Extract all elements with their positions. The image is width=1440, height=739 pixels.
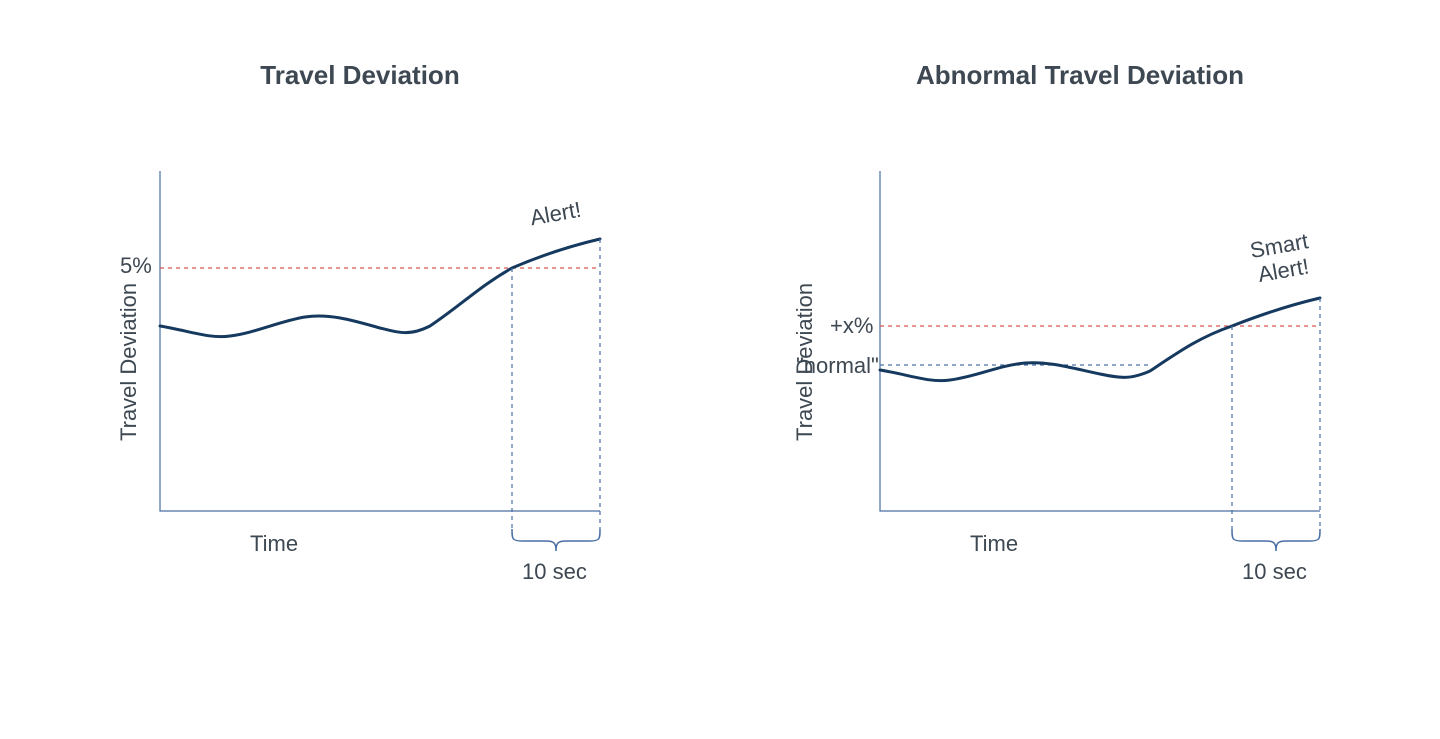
panel-travel-deviation: Travel Deviation Travel Deviation 5% Ale… <box>40 60 680 611</box>
charts-container: Travel Deviation Travel Deviation 5% Ale… <box>0 0 1440 739</box>
curve-right <box>880 298 1320 381</box>
baseline-label-right: "normal" <box>796 353 879 379</box>
duration-label-left: 10 sec <box>522 559 587 585</box>
ylabel-left: Travel Deviation <box>116 283 142 441</box>
alert-label-right: Smart Alert! <box>1248 228 1315 288</box>
threshold-label-right: +x% <box>830 313 873 339</box>
chart-title-left: Travel Deviation <box>260 60 459 91</box>
xlabel-left: Time <box>250 531 298 557</box>
threshold-label-left: 5% <box>120 253 152 279</box>
xlabel-right: Time <box>970 531 1018 557</box>
chart-title-right: Abnormal Travel Deviation <box>916 60 1244 91</box>
duration-label-right: 10 sec <box>1242 559 1307 585</box>
panel-abnormal-travel-deviation: Abnormal Travel Deviation Travel Deviati… <box>760 60 1400 611</box>
curve-left <box>160 239 600 337</box>
chart-right: Travel Deviation +x% "normal" Smart Aler… <box>800 131 1360 611</box>
brace-left <box>512 529 600 551</box>
brace-right <box>1232 529 1320 551</box>
axes-right <box>880 171 1320 511</box>
chart-left: Travel Deviation 5% Alert! Time 10 sec <box>80 131 640 611</box>
